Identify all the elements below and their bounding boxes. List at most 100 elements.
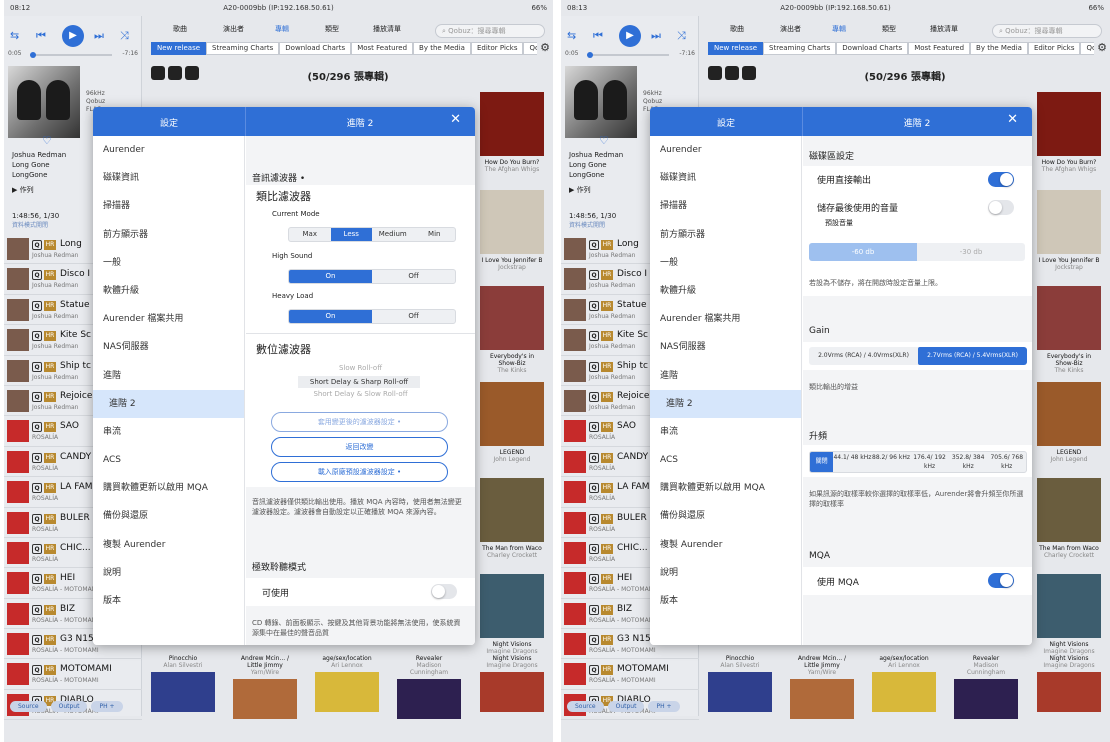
source-button[interactable]: Source (567, 701, 604, 712)
repeat-icon[interactable]: ⇆ (10, 29, 19, 42)
tab-by-the-media[interactable]: By the Media (413, 42, 471, 55)
menu-item-streaming[interactable]: 串流 (93, 418, 244, 446)
progress-handle[interactable] (30, 52, 36, 58)
menu-item-disk-info[interactable]: 磁碟資訊 (93, 164, 244, 192)
volume-minus-60[interactable]: -60 db (809, 243, 917, 261)
menu-item-version[interactable]: 版本 (93, 587, 244, 615)
filter-option-slow[interactable]: Slow Roll-off (246, 364, 475, 372)
shuffle-icon[interactable]: ⤨ (120, 29, 129, 43)
tab-editor-picks[interactable]: Editor Picks (470, 42, 524, 55)
progress-bar[interactable]: 0:05 -7:16 (565, 50, 695, 60)
menu-item-file-share[interactable]: Aurender 檔案共用 (650, 305, 801, 333)
menu-item-general[interactable]: 一般 (93, 249, 244, 277)
album-cover[interactable] (8, 66, 80, 138)
play-button[interactable]: ▶ (62, 25, 84, 47)
direct-output-toggle[interactable] (988, 172, 1014, 187)
queue-mode[interactable]: 資料模式開閉 (12, 221, 59, 231)
album-card[interactable]: Revealer Madison Cunningham (397, 652, 461, 719)
mode-less[interactable]: Less (330, 228, 372, 241)
nav-songs[interactable]: 歌曲 (730, 24, 744, 34)
album-card[interactable]: Andrew Mcin... / Little Jimmy Yarn/Wire (790, 652, 854, 719)
nav-playlists[interactable]: 播放清單 (373, 24, 401, 34)
album-card[interactable]: How Do You Burn? The Afghan Whigs (480, 92, 544, 173)
heavy-load-on[interactable]: On (289, 310, 372, 323)
gain-high[interactable]: 2.7Vrms (RCA) / 5.4Vrms(XLR) (918, 347, 1027, 365)
filter-option-sharp[interactable]: Short Delay & Sharp Roll-off (298, 376, 420, 388)
album-card[interactable]: Andrew Mcin... / Little Jimmy Yarn/Wire (233, 652, 297, 719)
queue-mode[interactable]: 資料模式開閉 (569, 221, 616, 231)
repeat-icon[interactable]: ⇆ (567, 29, 576, 42)
tab-download-charts[interactable]: Download Charts (279, 42, 352, 55)
album-card[interactable]: Night Visions Imagine Dragons (480, 652, 544, 712)
nav-artists[interactable]: 演出者 (780, 24, 801, 34)
progress-handle[interactable] (587, 52, 593, 58)
close-icon[interactable]: ✕ (1007, 112, 1018, 127)
album-card[interactable]: I Love You Jennifer B Jockstrap (480, 190, 544, 271)
high-sound-off[interactable]: Off (372, 270, 455, 283)
high-sound-on[interactable]: On (289, 270, 372, 283)
menu-item-advanced[interactable]: 進階 (93, 362, 244, 390)
tab-streaming-charts[interactable]: Streaming Charts (206, 42, 280, 55)
tab-editor-picks[interactable]: Editor Picks (1027, 42, 1081, 55)
tab-new-release[interactable]: New release (708, 42, 764, 55)
extreme-mode-toggle[interactable] (431, 584, 457, 599)
menu-item-software-update[interactable]: 軟體升級 (650, 277, 801, 305)
revert-button[interactable]: 返回改變 (271, 437, 448, 457)
menu-item-copy[interactable]: 複製 Aurender (93, 531, 244, 559)
nav-albums[interactable]: 專輯 (832, 24, 846, 34)
menu-item-streaming[interactable]: 串流 (650, 418, 801, 446)
upsample-705-768[interactable]: 705.6/ 768 kHz (987, 452, 1026, 472)
volume-minus-30[interactable]: -30 db (917, 243, 1025, 261)
menu-item-backup[interactable]: 備份與還原 (650, 502, 801, 530)
album-card[interactable]: Revealer Madison Cunningham (954, 652, 1018, 719)
previous-icon[interactable]: ⏮ (593, 29, 603, 43)
upsample-88-96[interactable]: 88.2/ 96 kHz (872, 452, 911, 472)
tab-download-charts[interactable]: Download Charts (836, 42, 909, 55)
gear-icon[interactable]: ⚙ (1097, 41, 1107, 54)
output-button[interactable]: Output (50, 701, 88, 712)
mode-max[interactable]: Max (289, 228, 331, 241)
progress-bar[interactable]: 0:05 -7:16 (8, 50, 138, 60)
tab-most-featured[interactable]: Most Featured (908, 42, 971, 55)
menu-item-scanner[interactable]: 掃描器 (650, 192, 801, 220)
menu-item-software-update[interactable]: 軟體升級 (93, 277, 244, 305)
heart-icon[interactable]: ♡ (599, 134, 609, 147)
next-icon[interactable]: ⏭ (651, 29, 661, 43)
menu-item-front-display[interactable]: 前方顯示器 (93, 221, 244, 249)
menu-item-copy[interactable]: 複製 Aurender (650, 531, 801, 559)
menu-item-help[interactable]: 說明 (650, 559, 801, 587)
album-card[interactable]: LEGEND John Legend (1037, 382, 1101, 463)
upsample-176-192[interactable]: 176.4/ 192 kHz (910, 452, 949, 472)
filter-option-short-slow[interactable]: Short Delay & Slow Roll-off (246, 390, 475, 398)
apply-filter-button[interactable]: 套用變更後的濾波器設定 • (271, 412, 448, 432)
menu-item-backup[interactable]: 備份與還原 (93, 502, 244, 530)
menu-item-front-display[interactable]: 前方顯示器 (650, 221, 801, 249)
nav-artists[interactable]: 演出者 (223, 24, 244, 34)
album-card[interactable]: Pinocchio Alan Silvestri (151, 652, 215, 712)
heart-icon[interactable]: ♡ (42, 134, 52, 147)
gear-icon[interactable]: ⚙ (540, 41, 550, 54)
nav-genres[interactable]: 類型 (882, 24, 896, 34)
menu-item-aurender[interactable]: Aurender (650, 136, 801, 164)
gain-low[interactable]: 2.0Vrms (RCA) / 4.0Vrms(XLR) (809, 347, 918, 365)
album-cover[interactable] (565, 66, 637, 138)
nav-genres[interactable]: 類型 (325, 24, 339, 34)
next-icon[interactable]: ⏭ (94, 29, 104, 43)
album-card[interactable]: Night Visions Imagine Dragons (1037, 652, 1101, 712)
source-button[interactable]: Source (10, 701, 47, 712)
menu-item-help[interactable]: 說明 (93, 559, 244, 587)
upsample-352-384[interactable]: 352.8/ 384 kHz (949, 452, 988, 472)
menu-item-aurender[interactable]: Aurender (93, 136, 244, 164)
album-card[interactable]: I Love You Jennifer B Jockstrap (1037, 190, 1101, 271)
menu-item-advanced[interactable]: 進階 (650, 362, 801, 390)
album-card[interactable]: The Man from Waco Charley Crockett (1037, 478, 1101, 559)
track-row[interactable]: Q HR MOTOMAMI ROSALÍA - MOTOMAMI (4, 659, 142, 690)
mode-min[interactable]: Min (414, 228, 456, 241)
menu-item-acs[interactable]: ACS (650, 446, 801, 474)
track-row[interactable]: Q HR MOTOMAMI ROSALÍA - MOTOMAMI (561, 659, 699, 690)
menu-item-disk-info[interactable]: 磁碟資訊 (650, 164, 801, 192)
album-card[interactable]: How Do You Burn? The Afghan Whigs (1037, 92, 1101, 173)
album-card[interactable]: Night Visions Imagine Dragons (480, 574, 544, 655)
tab-by-the-media[interactable]: By the Media (970, 42, 1028, 55)
nav-songs[interactable]: 歌曲 (173, 24, 187, 34)
